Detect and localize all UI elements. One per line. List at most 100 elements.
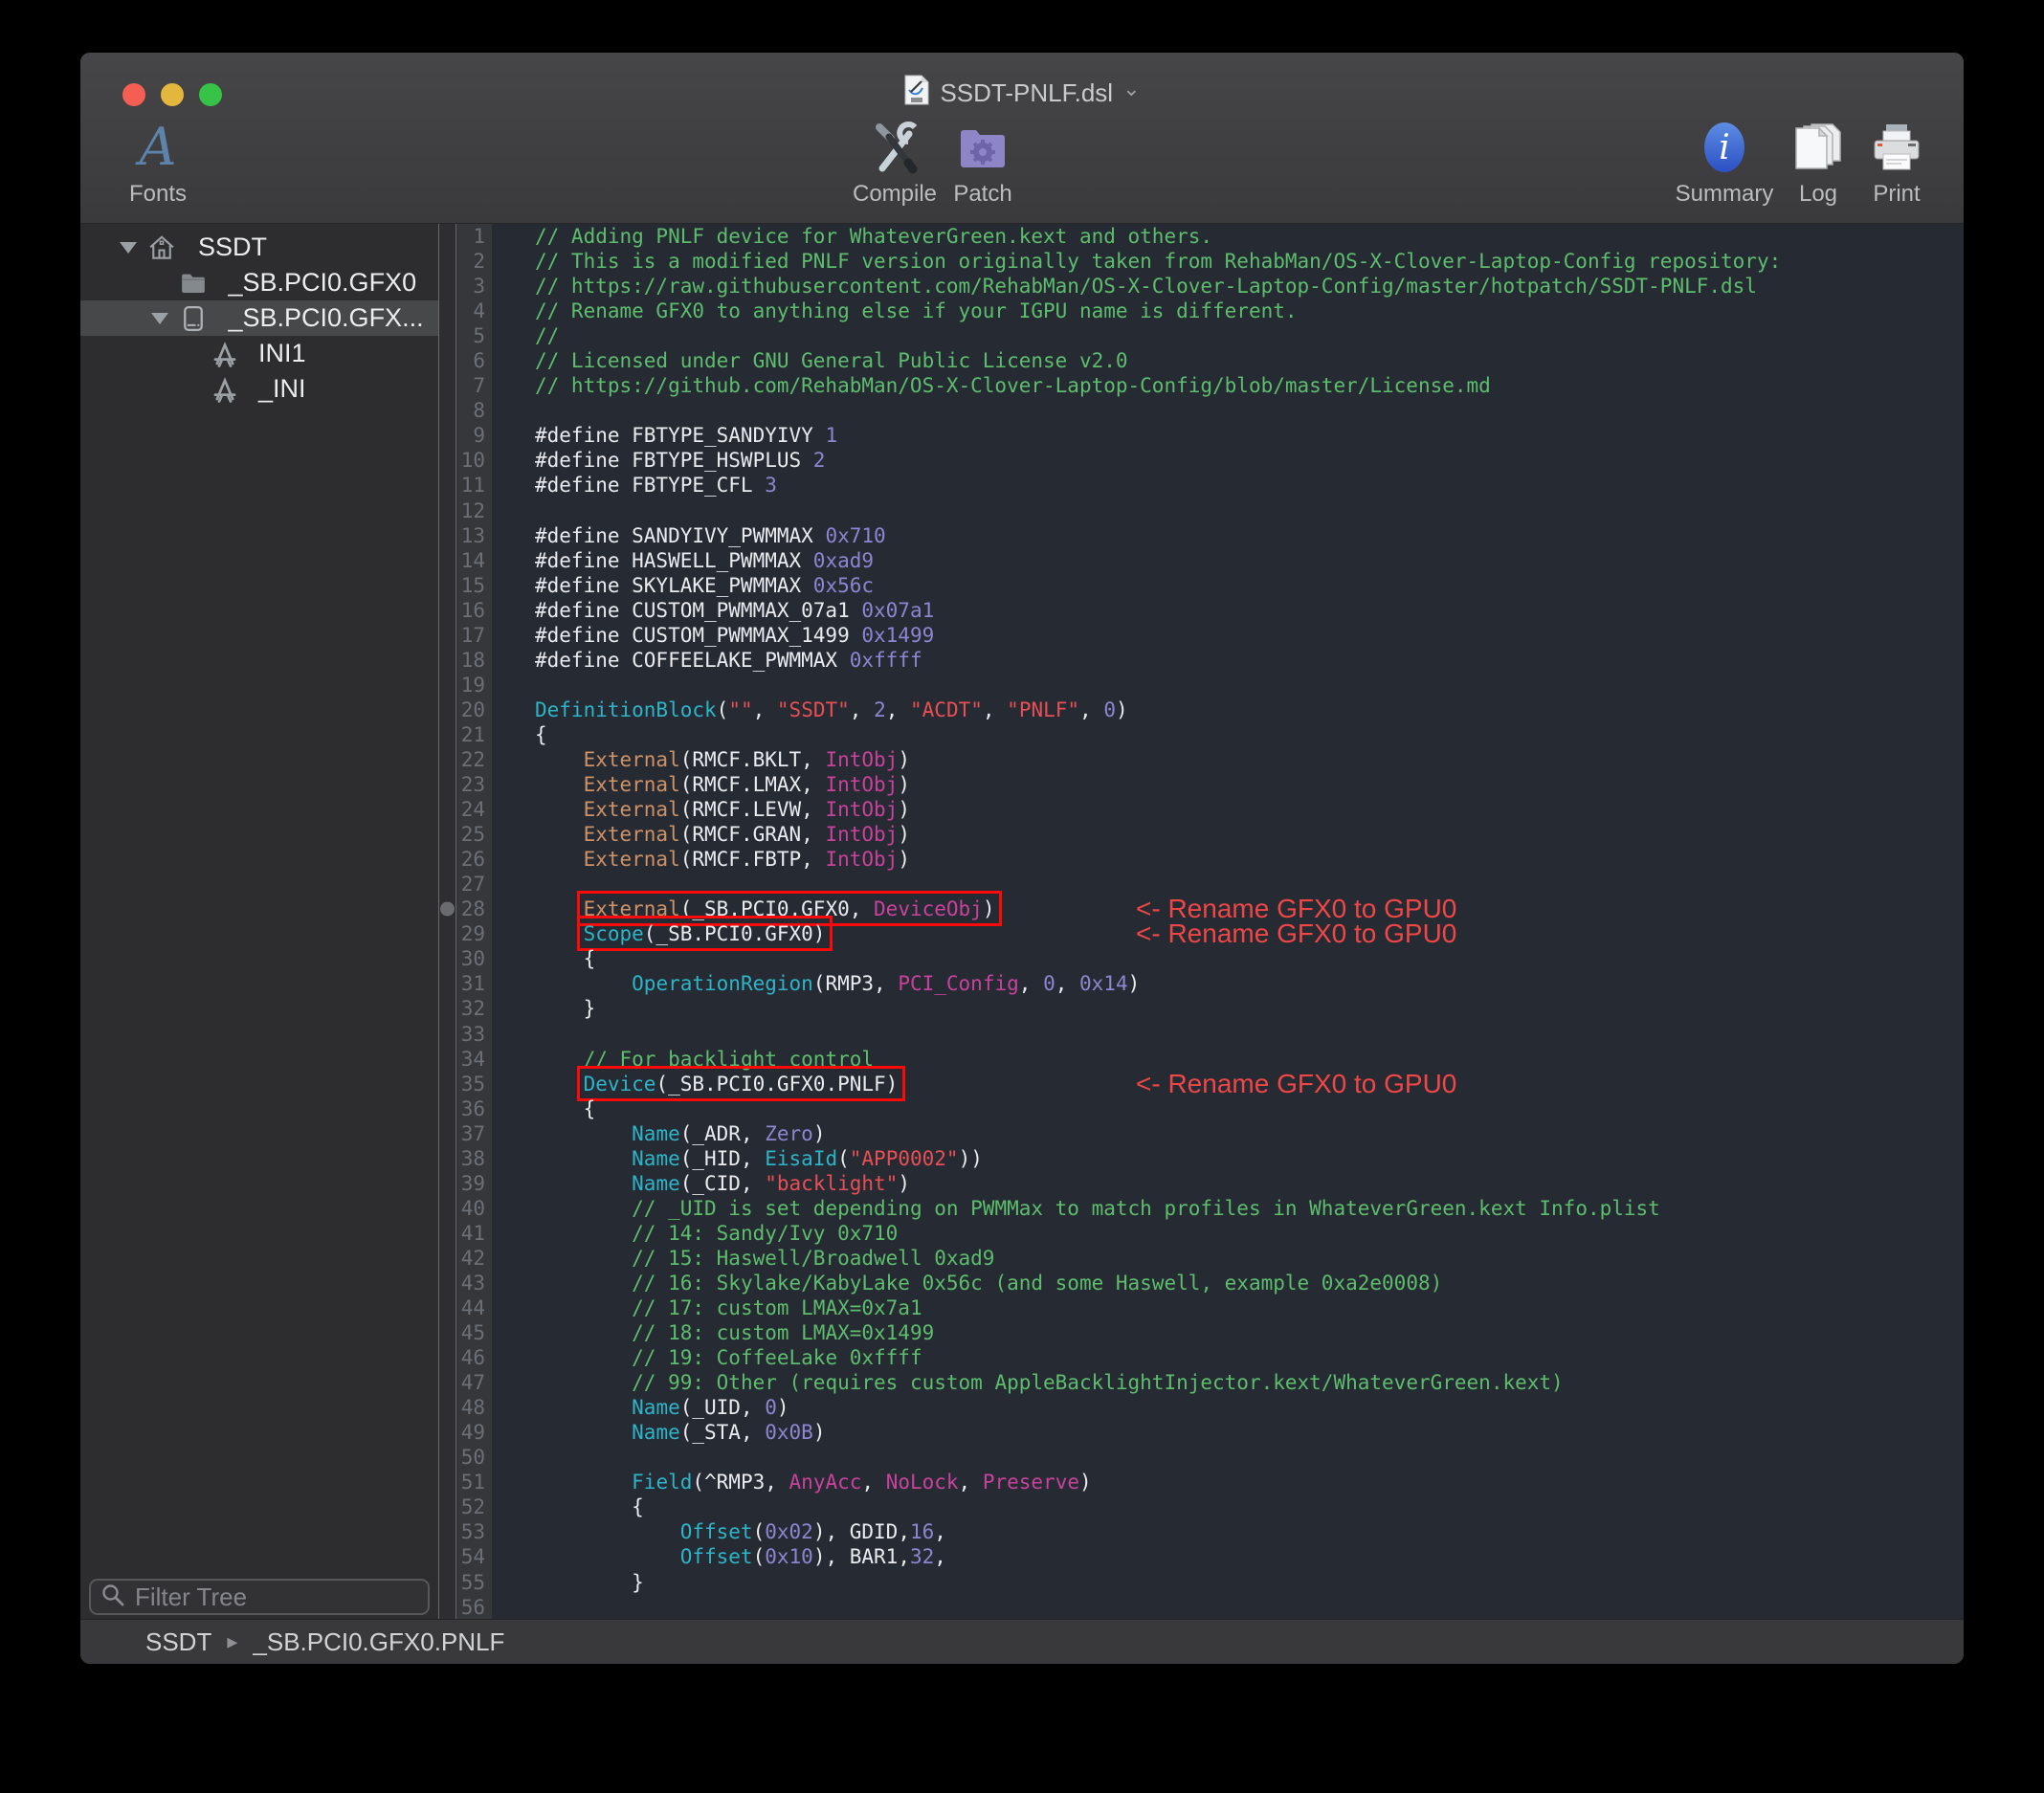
code-line[interactable]: 45 // 18: custom LMAX=0x1499: [440, 1320, 1964, 1345]
code-line[interactable]: 21{: [440, 722, 1964, 747]
sidebar-item--sb-pci0-gfx0[interactable]: _SB.PCI0.GFX0: [80, 265, 438, 300]
code-line[interactable]: 35 Device(_SB.PCI0.GFX0.PNLF)<- Rename G…: [440, 1072, 1964, 1096]
code-line[interactable]: 22 External(RMCF.BKLT, IntObj): [440, 747, 1964, 772]
code-line[interactable]: 44 // 17: custom LMAX=0x7a1: [440, 1295, 1964, 1320]
code-line[interactable]: 46 // 19: CoffeeLake 0xffff: [440, 1345, 1964, 1370]
code-line[interactable]: 9#define FBTYPE_SANDYIVY 1: [440, 423, 1964, 448]
gutter-cell: [440, 249, 456, 274]
code-line[interactable]: 8: [440, 398, 1964, 423]
code-text: External(RMCF.GRAN, IntObj): [492, 822, 1964, 847]
code-text: // 17: custom LMAX=0x7a1: [492, 1295, 1964, 1320]
line-number: 9: [456, 423, 492, 448]
code-line[interactable]: 47 // 99: Other (requires custom AppleBa…: [440, 1370, 1964, 1395]
gutter-cell: [440, 623, 456, 648]
code-text: [492, 1022, 1964, 1047]
code-line[interactable]: 36 {: [440, 1096, 1964, 1121]
fonts-button[interactable]: A Fonts: [96, 118, 220, 208]
code-line[interactable]: 51 Field(^RMP3, AnyAcc, NoLock, Preserve…: [440, 1470, 1964, 1494]
gutter-cell: [440, 971, 456, 996]
code-line[interactable]: 55 }: [440, 1570, 1964, 1595]
sidebar-item-label: SSDT: [198, 232, 267, 262]
code-text: External(RMCF.LEVW, IntObj): [492, 797, 1964, 822]
disclosure-triangle-icon[interactable]: [151, 313, 168, 324]
gutter-cell: [440, 1494, 456, 1519]
sidebar-item-label: _INI: [258, 374, 306, 404]
code-line[interactable]: 23 External(RMCF.LMAX, IntObj): [440, 772, 1964, 797]
code-line[interactable]: 15#define SKYLAKE_PWMMAX 0x56c: [440, 573, 1964, 598]
line-number: 39: [456, 1171, 492, 1196]
code-line[interactable]: 38 Name(_HID, EisaId("APP0002")): [440, 1146, 1964, 1171]
code-line[interactable]: 54 Offset(0x10), BAR1,32,: [440, 1544, 1964, 1569]
sidebar-item--ini[interactable]: _INI: [80, 371, 438, 407]
code-line[interactable]: 18#define COFFEELAKE_PWMMAX 0xffff: [440, 648, 1964, 673]
code-line[interactable]: 43 // 16: Skylake/KabyLake 0x56c (and so…: [440, 1271, 1964, 1295]
print-button[interactable]: Print: [1834, 118, 1959, 208]
code-text: // Licensed under GNU General Public Lic…: [492, 348, 1964, 373]
code-line[interactable]: 20DefinitionBlock("", "SSDT", 2, "ACDT",…: [440, 697, 1964, 722]
gutter-cell: [440, 448, 456, 473]
code-line[interactable]: 30 {: [440, 946, 1964, 971]
window-title: SSDT-PNLF.dsl: [940, 78, 1113, 108]
code-line[interactable]: 14#define HASWELL_PWMMAX 0xad9: [440, 548, 1964, 573]
code-line[interactable]: 56: [440, 1595, 1964, 1620]
code-line[interactable]: 6// Licensed under GNU General Public Li…: [440, 348, 1964, 373]
code-line[interactable]: 2// This is a modified PNLF version orig…: [440, 249, 1964, 274]
gutter-cell: [440, 1096, 456, 1121]
code-line[interactable]: 41 // 14: Sandy/Ivy 0x710: [440, 1221, 1964, 1246]
code-line[interactable]: 17#define CUSTOM_PWMMAX_1499 0x1499: [440, 623, 1964, 648]
svg-text:i: i: [1719, 128, 1730, 167]
document-icon: [903, 75, 930, 112]
code-line[interactable]: 26 External(RMCF.FBTP, IntObj): [440, 847, 1964, 872]
code-line[interactable]: 12: [440, 498, 1964, 523]
code-line[interactable]: 4// Rename GFX0 to anything else if your…: [440, 299, 1964, 323]
code-text: Name(_CID, "backlight"): [492, 1171, 1964, 1196]
gutter-cell: [440, 1345, 456, 1370]
window-title-group[interactable]: SSDT-PNLF.dsl ⌄: [80, 76, 1964, 110]
filter-tree-input[interactable]: [133, 1582, 457, 1613]
folder-icon: [179, 269, 208, 298]
sidebar-item-ini1[interactable]: INI1: [80, 336, 438, 371]
code-line[interactable]: 29 Scope(_SB.PCI0.GFX0)<- Rename GFX0 to…: [440, 921, 1964, 946]
code-line[interactable]: 40 // _UID is set depending on PWMMax to…: [440, 1196, 1964, 1221]
code-line[interactable]: 53 Offset(0x02), GDID,16,: [440, 1519, 1964, 1544]
code-line[interactable]: 33: [440, 1022, 1964, 1047]
code-line[interactable]: 49 Name(_STA, 0x0B): [440, 1420, 1964, 1445]
code-line[interactable]: 39 Name(_CID, "backlight"): [440, 1171, 1964, 1196]
code-text: [492, 1595, 1964, 1620]
breadcrumb-root[interactable]: SSDT: [145, 1627, 211, 1657]
code-line[interactable]: 3// https://raw.githubusercontent.com/Re…: [440, 274, 1964, 299]
code-line[interactable]: 19: [440, 673, 1964, 697]
code-line[interactable]: 34 // For backlight control: [440, 1047, 1964, 1072]
line-number: 27: [456, 872, 492, 896]
code-text: // Adding PNLF device for WhateverGreen.…: [492, 224, 1964, 249]
sidebar-item-ssdt[interactable]: SSDT: [80, 230, 438, 265]
code-line[interactable]: 31 OperationRegion(RMP3, PCI_Config, 0, …: [440, 971, 1964, 996]
code-line[interactable]: 52 {: [440, 1494, 1964, 1519]
code-line[interactable]: 7// https://github.com/RehabMan/OS-X-Clo…: [440, 373, 1964, 398]
code-line[interactable]: 50: [440, 1445, 1964, 1470]
code-line[interactable]: 25 External(RMCF.GRAN, IntObj): [440, 822, 1964, 847]
code-line[interactable]: 1// Adding PNLF device for WhateverGreen…: [440, 224, 1964, 249]
code-text: Offset(0x02), GDID,16,: [492, 1519, 1964, 1544]
code-line[interactable]: 11#define FBTYPE_CFL 3: [440, 473, 1964, 498]
code-line[interactable]: 42 // 15: Haswell/Broadwell 0xad9: [440, 1246, 1964, 1271]
breadcrumb-leaf[interactable]: _SB.PCI0.GFX0.PNLF: [253, 1627, 504, 1657]
ssdt-tree: SSDT_SB.PCI0.GFX0_SB.PCI0.GFX...INI1_INI: [80, 230, 438, 407]
patch-button[interactable]: Patch: [921, 118, 1045, 208]
code-line[interactable]: 16#define CUSTOM_PWMMAX_07a1 0x07a1: [440, 598, 1964, 623]
line-number: 14: [456, 548, 492, 573]
disclosure-triangle-icon[interactable]: [120, 242, 137, 254]
sidebar-item--sb-pci0-gfx-[interactable]: _SB.PCI0.GFX...: [80, 300, 438, 336]
gutter-cell: [440, 697, 456, 722]
filter-field: [89, 1579, 430, 1615]
code-line[interactable]: 24 External(RMCF.LEVW, IntObj): [440, 797, 1964, 822]
code-line[interactable]: 10#define FBTYPE_HSWPLUS 2: [440, 448, 1964, 473]
code-line[interactable]: 48 Name(_UID, 0): [440, 1395, 1964, 1420]
code-text: #define HASWELL_PWMMAX 0xad9: [492, 548, 1964, 573]
code-line[interactable]: 37 Name(_ADR, Zero): [440, 1121, 1964, 1146]
code-text: External(RMCF.FBTP, IntObj): [492, 847, 1964, 872]
code-editor[interactable]: 1// Adding PNLF device for WhateverGreen…: [440, 224, 1964, 1620]
code-line[interactable]: 13#define SANDYIVY_PWMMAX 0x710: [440, 523, 1964, 548]
code-line[interactable]: 5//: [440, 323, 1964, 348]
code-line[interactable]: 32 }: [440, 996, 1964, 1021]
